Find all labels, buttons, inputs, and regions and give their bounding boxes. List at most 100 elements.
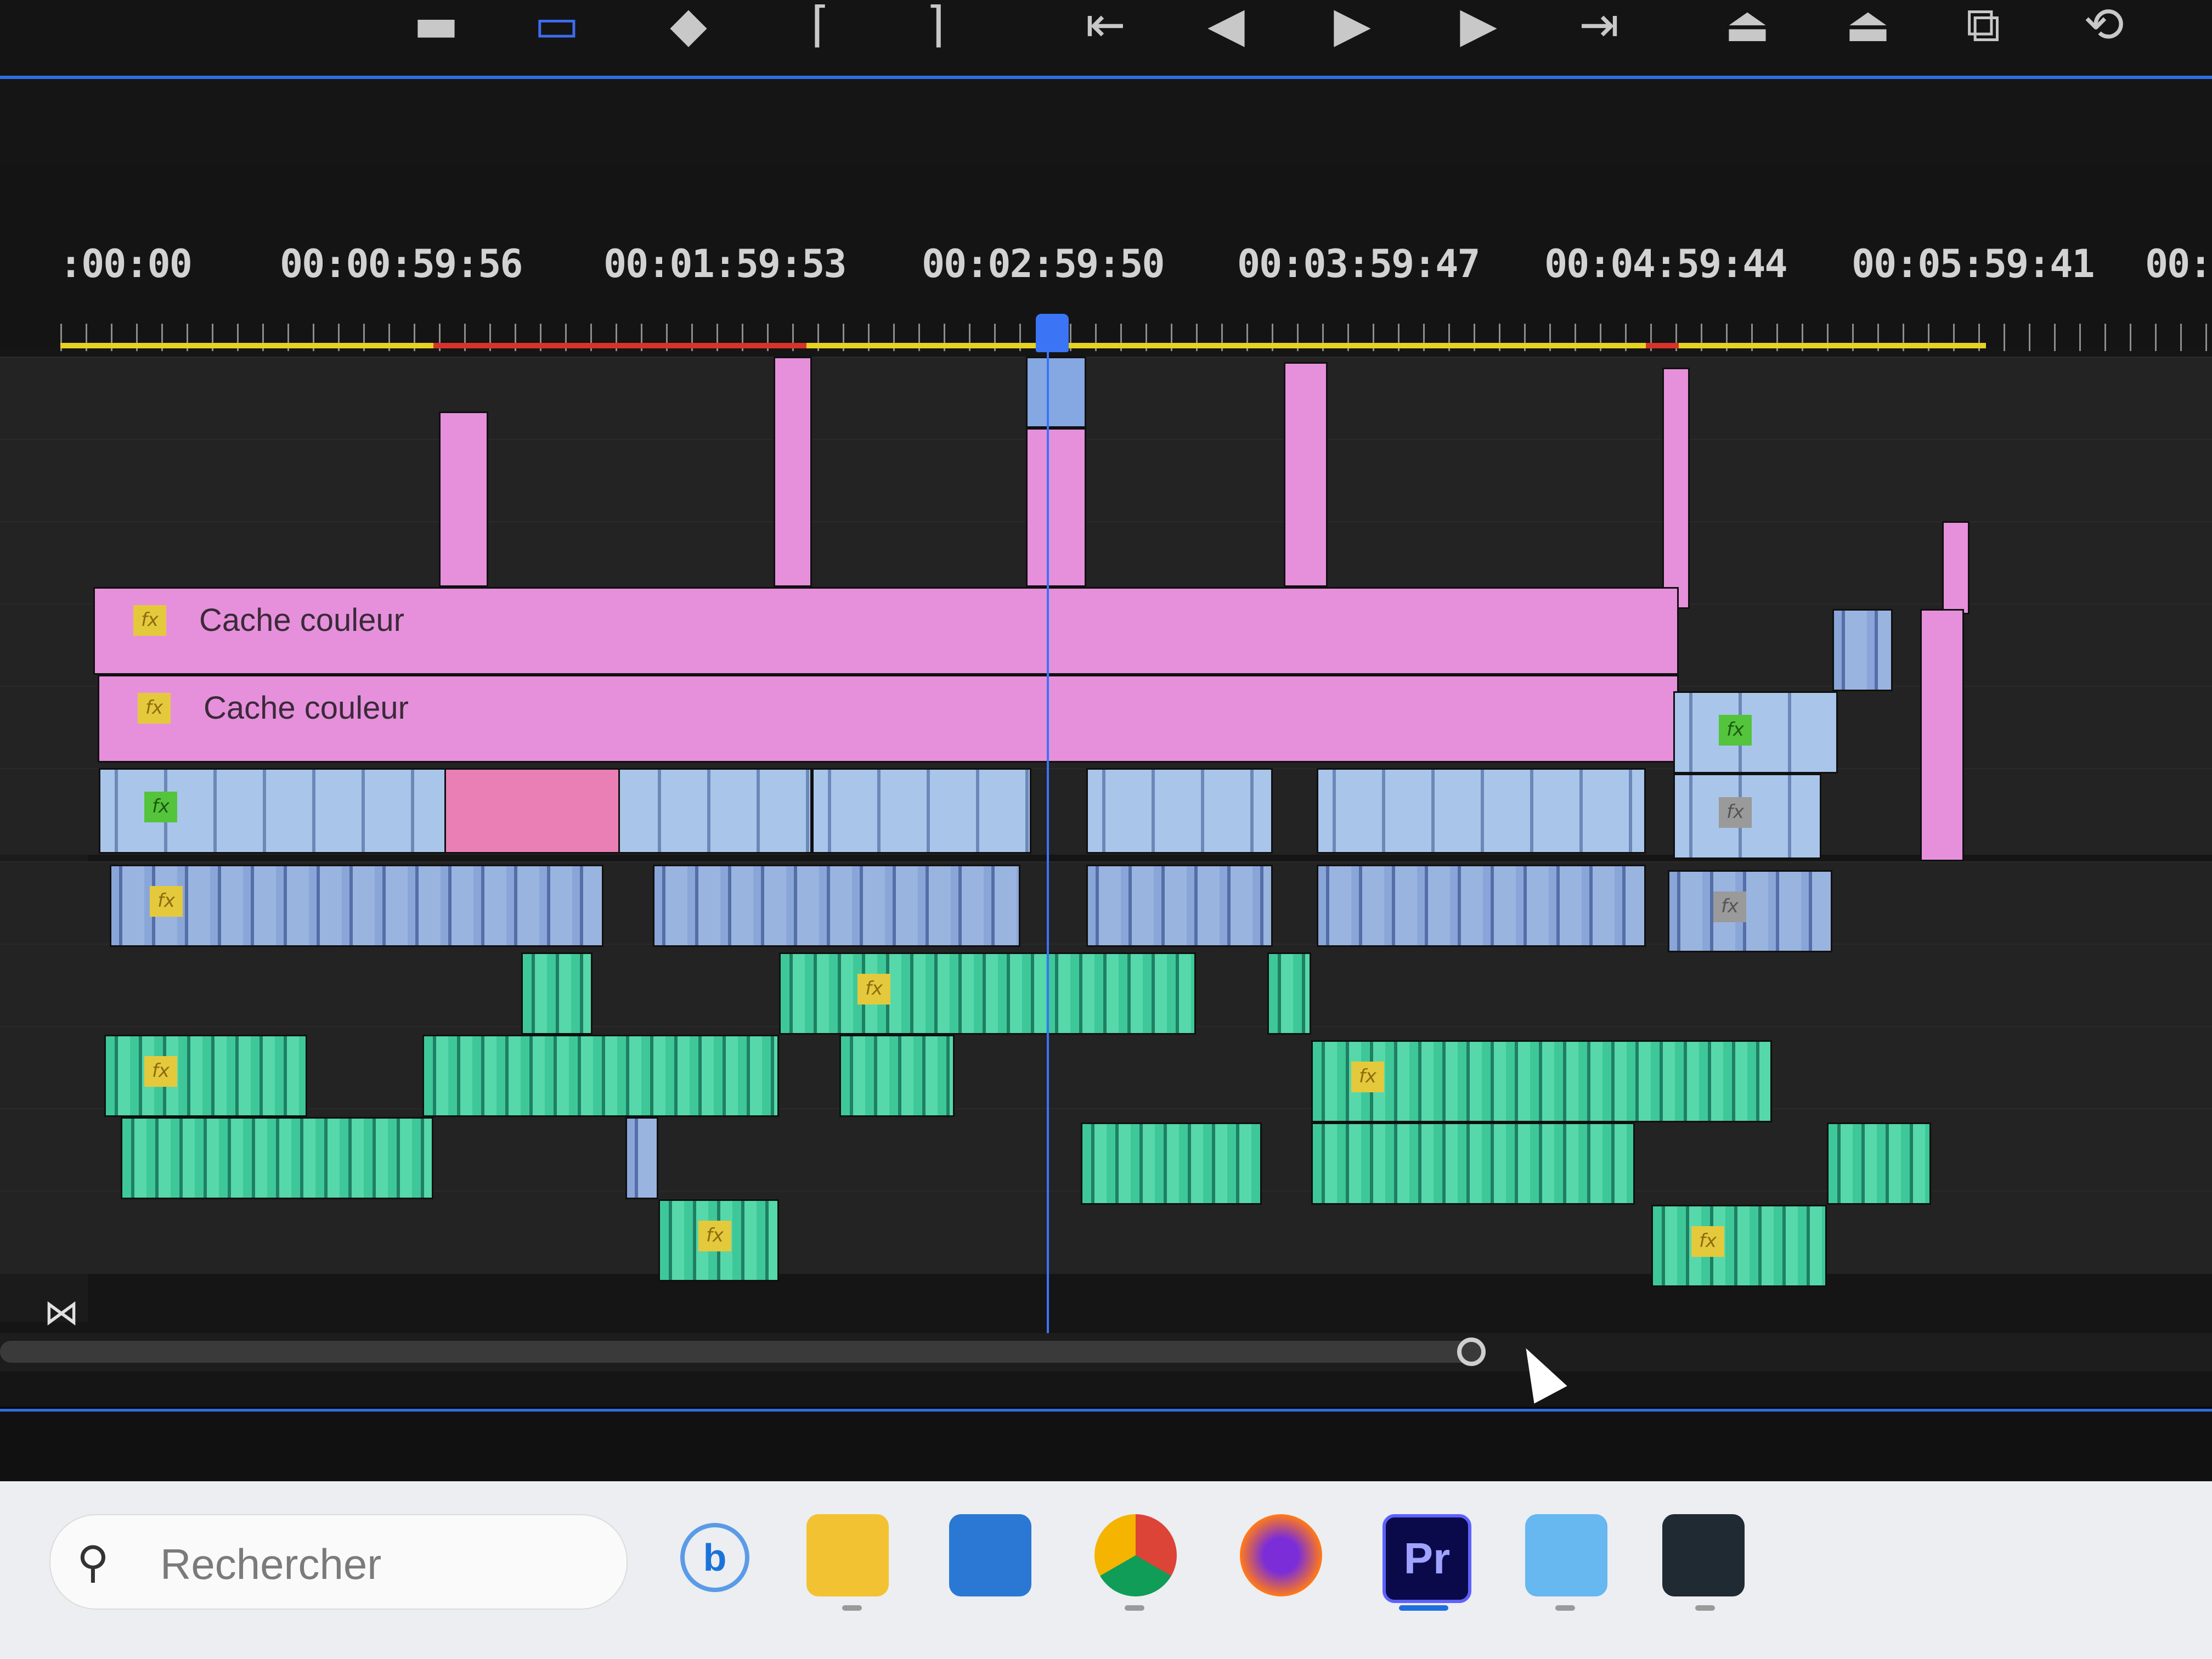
scrollbar-thumb[interactable] [0, 1341, 1481, 1363]
fx-badge: fx [1351, 1062, 1384, 1092]
video-track[interactable] [0, 357, 2212, 440]
timecode-label: 00:01:59:53 [603, 241, 847, 286]
audio-clip[interactable] [1311, 1122, 1635, 1205]
insert-icon[interactable]: ▬ [406, 0, 466, 60]
taskbar-indicator [1555, 1605, 1575, 1611]
timeline-toolbar: ▬ ▭ ◆ ⌈ ⌉ ⇤ ◀ ▶ ▶ ⇥ ⏏ ⏏ ⧉ ⟲ [0, 0, 2212, 77]
color-matte-clip[interactable]: fx Cache couleur [93, 587, 1679, 675]
video-clip[interactable] [1026, 357, 1086, 428]
video-clip[interactable]: fx [1673, 774, 1821, 859]
bing-chat-icon[interactable]: b [680, 1523, 749, 1592]
fx-badge: fx [698, 1221, 731, 1251]
video-clip[interactable] [812, 768, 1031, 854]
fx-badge: fx [1691, 1226, 1724, 1257]
premiere-pro-icon[interactable]: Pr [1383, 1514, 1471, 1603]
taskbar-indicator [1125, 1605, 1144, 1611]
audio-clip[interactable]: fx [1668, 870, 1832, 952]
video-clip[interactable] [1026, 428, 1086, 587]
extract-icon[interactable]: ⏏ [1838, 0, 1898, 60]
timecode-label: 00:04:59:44 [1544, 241, 1788, 286]
playhead-handle[interactable] [1036, 314, 1069, 352]
render-bar [60, 343, 433, 348]
audio-clip[interactable] [121, 1117, 433, 1199]
timecode-label: :00:00 [59, 241, 193, 286]
audio-clip[interactable] [839, 1035, 955, 1117]
microsoft-store-icon[interactable] [949, 1514, 1031, 1596]
video-clip[interactable] [1942, 521, 1970, 614]
timecode-label: 00:02:59:50 [922, 241, 1165, 286]
audio-clip[interactable]: fx [1311, 1040, 1772, 1122]
overwrite-icon[interactable]: ▭ [527, 0, 587, 60]
audio-clip[interactable] [1086, 865, 1273, 947]
audio-clip[interactable] [625, 1117, 658, 1199]
video-clip[interactable] [1086, 768, 1273, 854]
render-bar [433, 343, 806, 348]
fx-badge: fx [133, 605, 166, 636]
audio-clip[interactable] [1827, 1122, 1931, 1205]
audio-clip[interactable]: fx [104, 1035, 307, 1117]
fx-badge: fx [138, 693, 171, 724]
file-explorer-icon[interactable] [806, 1514, 889, 1596]
search-placeholder[interactable]: Rechercher [160, 1539, 381, 1589]
compare-icon[interactable]: ⟲ [2074, 0, 2134, 60]
color-matte-clip[interactable]: fx Cache couleur [98, 675, 1679, 763]
audio-clip[interactable] [1267, 952, 1311, 1035]
export-frame-icon[interactable]: ⧉ [1953, 0, 2013, 60]
audio-clip[interactable]: fx [779, 952, 1196, 1035]
lift-icon[interactable]: ⏏ [1717, 0, 1778, 60]
chrome-icon[interactable] [1094, 1514, 1177, 1596]
taskbar-indicator [1695, 1605, 1715, 1611]
fx-badge: fx [857, 974, 890, 1005]
video-clip[interactable] [1317, 768, 1646, 854]
timecode-label: 00:0 [2145, 241, 2212, 286]
go-to-out-icon[interactable]: ⇥ [1569, 0, 1629, 60]
fx-badge: fx [144, 1056, 177, 1087]
step-forward-icon[interactable]: ▶ [1448, 0, 1509, 60]
audio-app-icon[interactable] [1662, 1514, 1745, 1596]
taskbar-active-indicator [1399, 1605, 1448, 1611]
video-clip[interactable] [774, 357, 812, 587]
mark-out-icon[interactable]: ⌉ [905, 0, 966, 60]
expand-tracks-icon[interactable]: ⋈ [44, 1293, 79, 1333]
video-clip[interactable] [1920, 609, 1964, 861]
timecode-label: 00:05:59:41 [1852, 241, 2095, 286]
clip-label: Cache couleur [204, 690, 409, 726]
timecode-label: 00:00:59:56 [280, 241, 523, 286]
audio-clip[interactable] [653, 865, 1020, 947]
audio-clip[interactable] [1317, 865, 1646, 947]
audio-clip[interactable]: fx [1651, 1205, 1827, 1287]
video-clip[interactable] [1832, 609, 1893, 691]
timecode-label: 00:03:59:47 [1237, 241, 1481, 286]
video-clip[interactable] [444, 768, 620, 854]
fx-badge: fx [1713, 891, 1746, 922]
firefox-icon[interactable] [1240, 1514, 1322, 1596]
render-bar [1646, 343, 1679, 348]
video-clip[interactable] [1284, 362, 1328, 587]
panel-footer [0, 1412, 2212, 1483]
audio-clip[interactable]: fx [110, 865, 603, 947]
search-icon: ⚲ [77, 1537, 109, 1588]
mark-in-icon[interactable]: ⌈ [790, 0, 850, 60]
audio-clip[interactable] [422, 1035, 779, 1117]
fx-badge: fx [150, 886, 183, 917]
go-to-in-icon[interactable]: ⇤ [1075, 0, 1136, 60]
playhead-line[interactable] [1047, 351, 1049, 1333]
clip-label: Cache couleur [199, 602, 404, 638]
play-icon[interactable]: ▶ [1322, 0, 1383, 60]
audio-clip[interactable] [521, 952, 592, 1035]
audio-clip[interactable]: fx [658, 1199, 779, 1282]
video-clip[interactable]: fx [1673, 691, 1838, 774]
step-back-icon[interactable]: ◀ [1196, 0, 1256, 60]
render-bar [806, 343, 1646, 348]
audio-track[interactable] [0, 1026, 2212, 1109]
zoom-handle[interactable] [1457, 1338, 1486, 1366]
taskbar-indicator [842, 1605, 862, 1611]
fx-badge: fx [1719, 797, 1752, 828]
video-clip[interactable] [1662, 368, 1690, 609]
fx-badge: fx [1719, 715, 1752, 746]
audio-clip[interactable] [1081, 1122, 1262, 1205]
video-clip[interactable] [439, 411, 488, 587]
video-track[interactable] [0, 439, 2212, 522]
marker-icon[interactable]: ◆ [658, 0, 719, 60]
notepad-icon[interactable] [1525, 1514, 1607, 1596]
